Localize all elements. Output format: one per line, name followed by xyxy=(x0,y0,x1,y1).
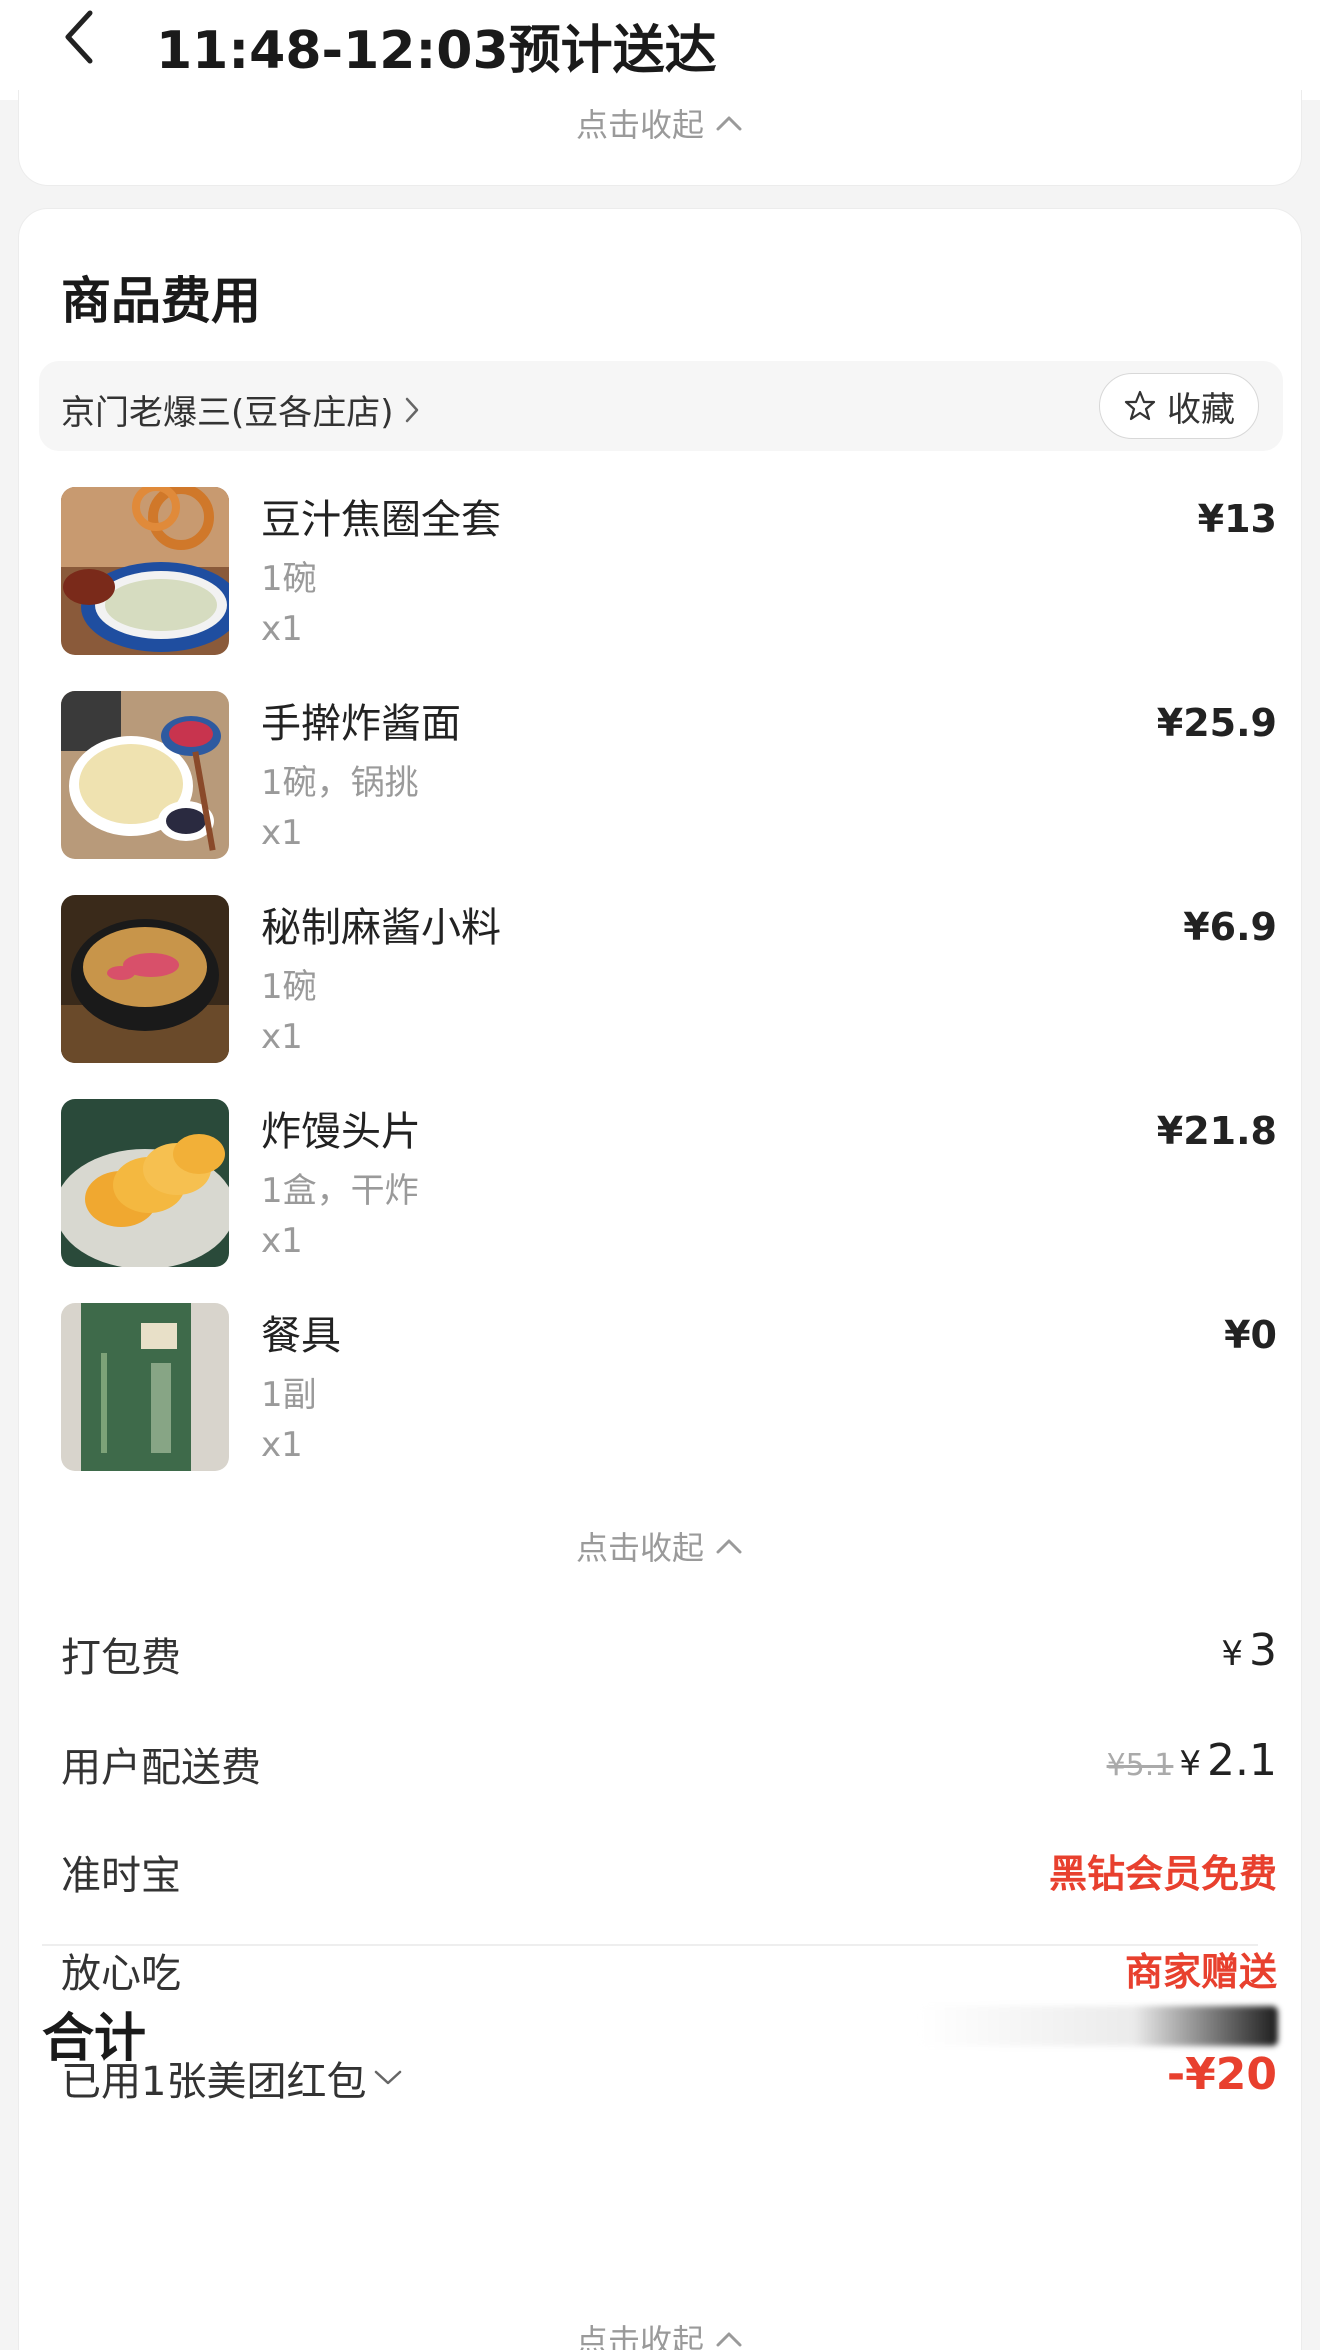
order-info-card: 点击收起 xyxy=(18,90,1302,186)
collapse-label: 点击收起 xyxy=(575,2322,704,2350)
fee-label: 打包费 xyxy=(61,1635,181,1681)
ontime-value: 黑钻会员免费 xyxy=(1048,1852,1277,1896)
item-qty: x1 xyxy=(261,1221,303,1261)
item-price: ¥21.8 xyxy=(1156,1109,1277,1153)
item-price: ¥13 xyxy=(1197,497,1277,541)
item-spec: 1盒，干炸 xyxy=(261,1171,419,1211)
fee-label: 放心吃 xyxy=(61,1951,181,1997)
shop-bar: 京门老爆三(豆各庄店) 收藏 xyxy=(39,361,1283,451)
item-name: 炸馒头片 xyxy=(261,1109,421,1155)
top-bar: 11:48-12:03预计送达 xyxy=(0,0,1320,100)
item-qty: x1 xyxy=(261,1017,303,1057)
order-item[interactable]: 豆汁焦圈全套 1碗 x1 ¥13 xyxy=(61,487,1277,655)
ontime-row: 准时宝 黑钻会员免费 xyxy=(61,1843,1277,1903)
section-title: 商品费用 xyxy=(61,272,261,330)
item-name: 餐具 xyxy=(261,1313,341,1359)
delivery-eta-title: 11:48-12:03预计送达 xyxy=(156,21,717,81)
item-image-noodles xyxy=(61,691,229,859)
fee-value: ¥5.1 ¥ 2.1 xyxy=(1107,1735,1277,1786)
chevron-down-icon xyxy=(375,2070,402,2085)
item-price: ¥0 xyxy=(1224,1313,1277,1357)
item-qty: x1 xyxy=(261,1425,303,1465)
order-item[interactable]: 炸馒头片 1盒，干炸 x1 ¥21.8 xyxy=(61,1099,1277,1267)
collapse-button[interactable]: 点击收起 xyxy=(19,100,1301,146)
star-icon xyxy=(1124,390,1156,421)
item-name: 秘制麻酱小料 xyxy=(261,905,501,951)
total-amount-redacted xyxy=(918,2006,1278,2046)
item-spec: 1碗，锅挑 xyxy=(261,763,419,803)
item-image-doujiao xyxy=(61,487,229,655)
item-qty: x1 xyxy=(261,813,303,853)
collapse-items-button[interactable]: 点击收起 xyxy=(19,1523,1301,1569)
favorite-button[interactable]: 收藏 xyxy=(1099,373,1259,439)
original-delivery-fee: ¥5.1 xyxy=(1106,1748,1174,1783)
item-image-tableware xyxy=(61,1303,229,1471)
item-name: 豆汁焦圈全套 xyxy=(261,497,501,543)
item-image-fried-bun xyxy=(61,1099,229,1267)
item-spec: 1碗 xyxy=(261,967,317,1007)
item-qty: x1 xyxy=(261,609,303,649)
chevron-up-icon xyxy=(716,116,742,131)
item-name: 手擀炸酱面 xyxy=(261,701,461,747)
packing-fee-row: 打包费 ¥ 3 xyxy=(61,1625,1277,1685)
divider xyxy=(42,1944,1258,1946)
shop-link[interactable]: 京门老爆三(豆各庄店) xyxy=(61,385,422,434)
total-label: 合计 xyxy=(42,2009,147,2069)
shop-name: 京门老爆三(豆各庄店) xyxy=(61,393,394,433)
chevron-up-icon xyxy=(716,1539,742,1554)
item-spec: 1碗 xyxy=(261,559,317,599)
collapse-label: 点击收起 xyxy=(575,1529,704,1567)
order-item[interactable]: 餐具 1副 x1 ¥0 xyxy=(61,1303,1277,1471)
safe-eat-row: 放心吃 商家赠送 xyxy=(61,1941,1277,2001)
back-button[interactable] xyxy=(52,2,108,72)
yen-symbol: ¥ xyxy=(1179,1744,1202,1784)
item-price: ¥25.9 xyxy=(1156,701,1277,745)
fee-value: ¥ 3 xyxy=(1221,1625,1277,1676)
favorite-label: 收藏 xyxy=(1167,389,1235,430)
item-price: ¥6.9 xyxy=(1183,905,1277,949)
coupon-row[interactable]: 已用1张美团红包 -¥20 xyxy=(61,2049,1277,2109)
coupon-value: -¥20 xyxy=(1166,2049,1277,2100)
item-image-sesame-sauce xyxy=(61,895,229,1063)
order-item[interactable]: 秘制麻酱小料 1碗 x1 ¥6.9 xyxy=(61,895,1277,1063)
safe-eat-value: 商家赠送 xyxy=(1124,1950,1277,1994)
delivery-fee-row: 用户配送费 ¥5.1 ¥ 2.1 xyxy=(61,1735,1277,1795)
chevron-up-icon xyxy=(716,2332,742,2347)
back-arrow-icon xyxy=(65,10,93,64)
chevron-right-icon xyxy=(405,397,418,422)
packing-fee-amount: 3 xyxy=(1249,1625,1277,1676)
fee-label: 准时宝 xyxy=(61,1853,181,1899)
delivery-fee-amount: 2.1 xyxy=(1207,1735,1277,1786)
collapse-label: 点击收起 xyxy=(575,106,704,144)
order-item[interactable]: 手擀炸酱面 1碗，锅挑 x1 ¥25.9 xyxy=(61,691,1277,859)
item-spec: 1副 xyxy=(261,1375,317,1415)
fee-label: 用户配送费 xyxy=(61,1745,261,1791)
yen-symbol: ¥ xyxy=(1221,1634,1243,1674)
bottom-collapse-button[interactable]: 点击收起 xyxy=(0,2316,1320,2350)
